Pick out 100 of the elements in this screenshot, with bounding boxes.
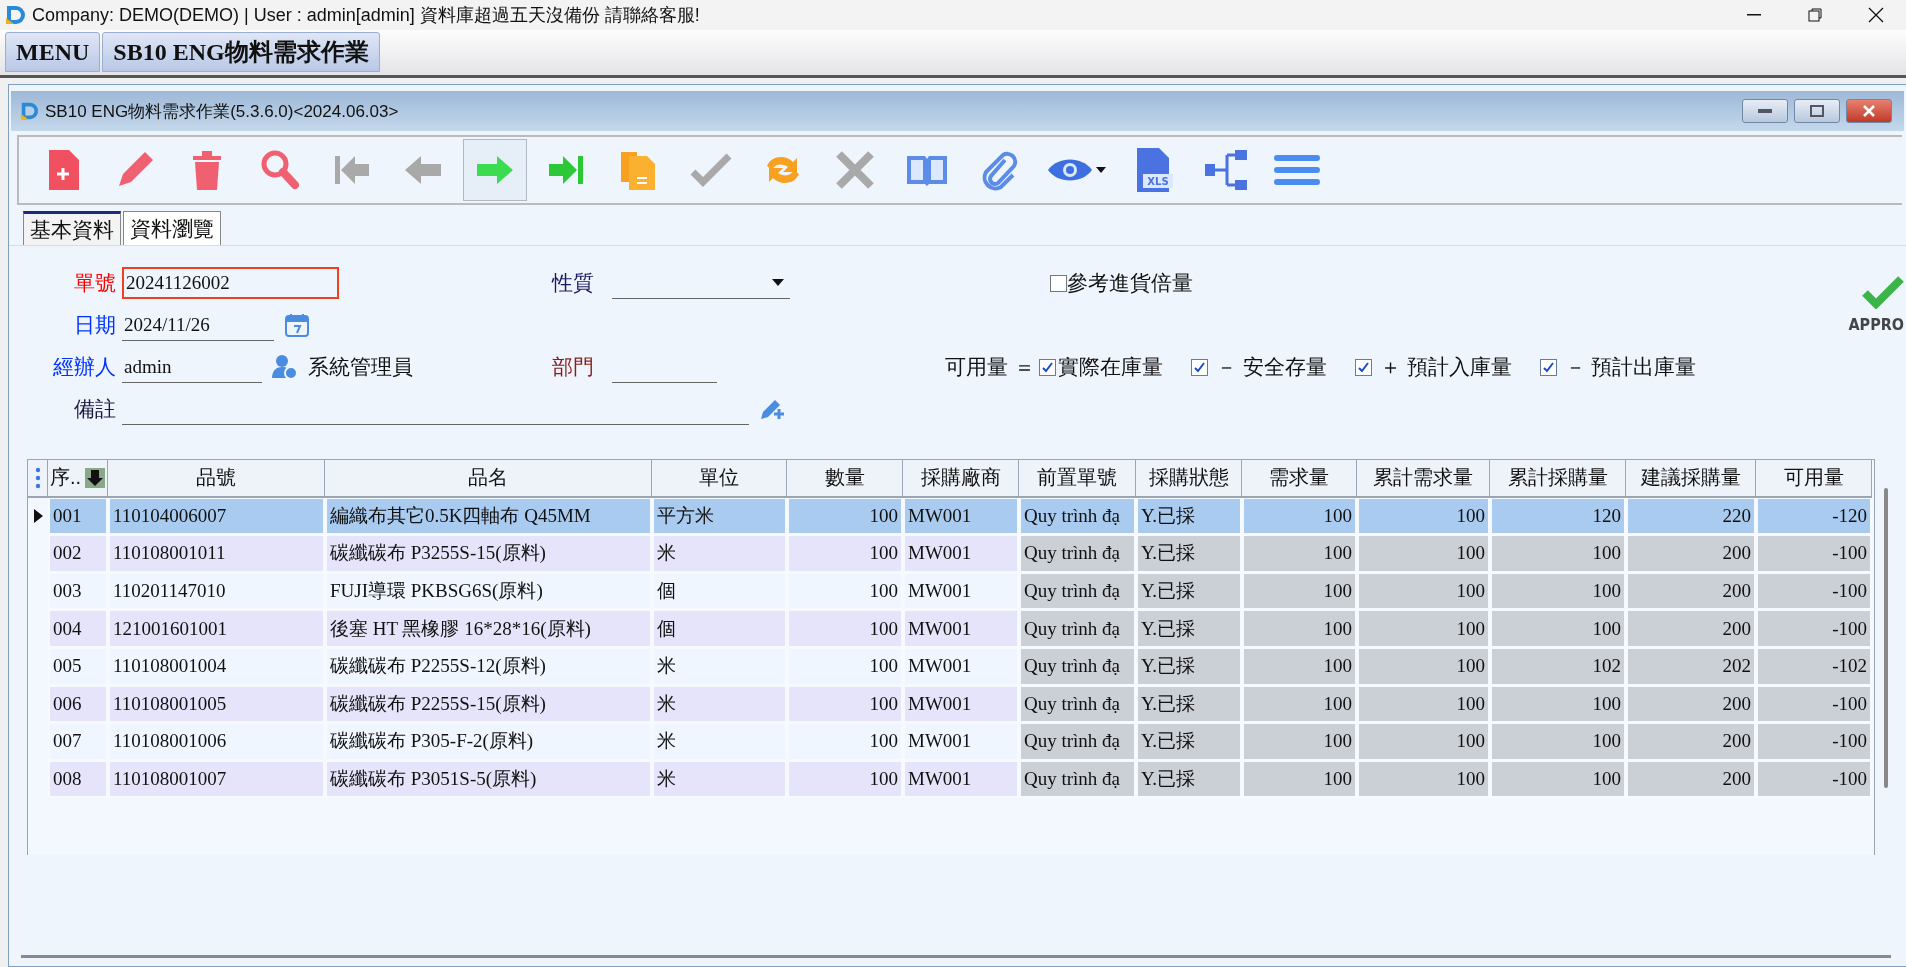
- column-header[interactable]: 品號: [108, 460, 325, 498]
- checkbox[interactable]: [1050, 274, 1067, 292]
- table-cell: -120: [1756, 497, 1872, 536]
- table-cell: 110104006007: [108, 497, 325, 536]
- field-label: 部門: [552, 354, 595, 380]
- calendar-icon[interactable]: [284, 312, 310, 338]
- person-icon[interactable]: [272, 354, 298, 380]
- table-cell: 200: [1626, 760, 1756, 799]
- table-cell: 100: [1490, 535, 1626, 573]
- table-cell: 米: [652, 760, 787, 799]
- table-cell: 100: [1357, 497, 1490, 536]
- table-cell: MW001: [903, 685, 1019, 724]
- table-cell: -100: [1756, 723, 1872, 761]
- column-header[interactable]: 單位: [652, 460, 787, 498]
- module-tab[interactable]: MENU: [5, 32, 101, 72]
- table-cell: Y.已採: [1136, 497, 1242, 536]
- tab[interactable]: 資料瀏覽: [123, 211, 221, 245]
- column-header[interactable]: 累計採購量: [1490, 460, 1626, 498]
- table-cell: 001: [48, 497, 108, 536]
- table-cell: 120: [1490, 497, 1626, 536]
- close-icon: [1862, 105, 1876, 117]
- table-cell: 100: [787, 497, 903, 536]
- approval-label: APPRO: [1848, 314, 1904, 334]
- column-header[interactable]: 累計需求量: [1357, 460, 1490, 498]
- maximize-icon: [1810, 105, 1824, 117]
- date-field[interactable]: 2024/11/26: [122, 309, 274, 341]
- formula-label: 可用量 ＝: [945, 354, 1035, 380]
- table-cell: 100: [1490, 760, 1626, 799]
- vertical-scrollbar[interactable]: [1884, 488, 1888, 788]
- table-cell: 200: [1626, 723, 1756, 761]
- toolbar-button[interactable]: [463, 139, 527, 201]
- minimize-icon: [1758, 109, 1772, 113]
- table-cell: 200: [1626, 572, 1756, 611]
- checkmark-icon: [1862, 274, 1904, 309]
- table-cell: Y.已採: [1136, 647, 1242, 686]
- table-cell: 100: [1490, 572, 1626, 611]
- table-cell: -102: [1756, 647, 1872, 686]
- module-tab[interactable]: SB10 ENG物料需求作業: [102, 32, 380, 72]
- table-cell: 200: [1626, 610, 1756, 648]
- field-label: 單號: [74, 270, 117, 296]
- column-header[interactable]: 數量: [787, 460, 903, 498]
- column-header[interactable]: 可用量: [1756, 460, 1872, 498]
- column-menu-icon[interactable]: [28, 460, 48, 498]
- table-cell: Y.已採: [1136, 723, 1242, 761]
- table-cell: 110108001011: [108, 535, 325, 573]
- checkbox[interactable]: [1539, 358, 1557, 376]
- column-header[interactable]: 採購狀態: [1136, 460, 1242, 498]
- field-label: 經辦人: [53, 354, 117, 380]
- table-cell: 100: [1490, 610, 1626, 648]
- column-header[interactable]: 建議採購量: [1626, 460, 1756, 498]
- table-cell: -100: [1756, 685, 1872, 724]
- table-cell: 110108001007: [108, 760, 325, 799]
- column-header[interactable]: 需求量: [1242, 460, 1357, 498]
- table-cell: 個: [652, 610, 787, 648]
- table-cell: 米: [652, 535, 787, 573]
- table-cell: 米: [652, 685, 787, 724]
- checkbox[interactable]: [1190, 358, 1208, 376]
- column-header[interactable]: 品名: [325, 460, 652, 498]
- table-cell: 100: [1242, 723, 1357, 761]
- checkbox[interactable]: [1354, 358, 1372, 376]
- tab[interactable]: 基本資料: [23, 211, 121, 245]
- column-header[interactable]: 前置單號: [1019, 460, 1136, 498]
- minimize-icon: [1746, 14, 1761, 16]
- table-cell: 100: [1242, 535, 1357, 573]
- table-cell: 平方米: [652, 497, 787, 536]
- table-cell: Y.已採: [1136, 572, 1242, 611]
- table-cell: 碳纖碳布 P3255S-15(原料): [325, 535, 652, 573]
- sort-down-icon[interactable]: [85, 467, 105, 488]
- pen-plus-icon[interactable]: [759, 397, 785, 421]
- table-cell: 006: [48, 685, 108, 724]
- table-cell: MW001: [903, 497, 1019, 536]
- close-button[interactable]: [1846, 99, 1892, 123]
- table-cell: 102: [1490, 647, 1626, 686]
- horizontal-scrollbar[interactable]: [21, 955, 1891, 958]
- column-header[interactable]: 序..: [48, 460, 108, 498]
- table-cell: Y.已採: [1136, 535, 1242, 573]
- checkbox[interactable]: [1038, 358, 1056, 376]
- table-cell: 後塞 HT 黑橡膠 16*28*16(原料): [325, 610, 652, 648]
- toolbar-button[interactable]: XLS: [1121, 139, 1185, 201]
- table-cell: 編織布其它0.5K四軸布 Q45MM: [325, 497, 652, 536]
- checkbox-label: 參考進貨倍量: [1067, 270, 1193, 296]
- input-field[interactable]: 20241126002: [122, 267, 339, 299]
- table-cell: -100: [1756, 610, 1872, 648]
- table-cell: 100: [1242, 572, 1357, 611]
- minimize-button[interactable]: [1742, 99, 1788, 123]
- checkbox-label: 實際在庫量: [1057, 354, 1163, 380]
- table-cell: MW001: [903, 610, 1019, 648]
- maximize-button[interactable]: [1794, 99, 1840, 123]
- table-cell: Quy trình đạ: [1019, 535, 1136, 573]
- table-cell: 碳纖碳布 P2255S-15(原料): [325, 685, 652, 724]
- column-header[interactable]: 採購廠商: [903, 460, 1019, 498]
- table-cell: -100: [1756, 535, 1872, 573]
- table-cell: -100: [1756, 760, 1872, 799]
- checkbox-label: ＋ 預計入庫量: [1379, 354, 1512, 380]
- input-field[interactable]: admin: [122, 351, 262, 383]
- table-cell: 110108001005: [108, 685, 325, 724]
- form-title: SB10 ENG物料需求作業(5.3.6.0)<2024.06.03>: [45, 100, 399, 123]
- table-cell: Quy trình đạ: [1019, 647, 1136, 686]
- table-cell: Quy trình đạ: [1019, 610, 1136, 648]
- table-cell: 200: [1626, 535, 1756, 573]
